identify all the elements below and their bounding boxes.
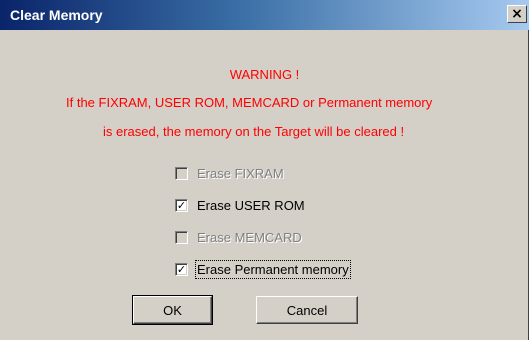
warning-heading: WARNING ! [229,67,300,82]
erase-fixram-option: Erase FIXRAM [175,165,284,181]
cancel-button-label: Cancel [286,302,328,318]
close-icon: × [511,6,523,22]
ok-button-label: OK [163,302,182,318]
erase-fixram-checkbox [175,166,188,180]
erase-permanent-memory-option[interactable]: ✓ Erase Permanent memory [175,259,351,279]
clear-memory-dialog: Clear Memory × WARNING ! If the FIXRAM, … [0,0,529,340]
erase-memcard-checkbox [175,230,188,244]
ok-button[interactable]: OK [132,295,213,325]
warning-text-line-2: is erased, the memory on the Target will… [103,124,405,139]
erase-permanent-memory-checkbox[interactable]: ✓ [175,262,188,276]
erase-user-rom-checkbox[interactable]: ✓ [175,198,188,212]
erase-memcard-label: Erase MEMCARD [197,229,302,245]
erase-permanent-memory-label[interactable]: Erase Permanent memory [195,259,351,279]
erase-user-rom-label[interactable]: Erase USER ROM [197,198,305,213]
dialog-title: Clear Memory [10,7,103,23]
erase-memcard-option: Erase MEMCARD [175,229,302,245]
erase-fixram-label: Erase FIXRAM [197,165,284,181]
erase-user-rom-option[interactable]: ✓ Erase USER ROM [175,197,305,213]
warning-text-line-1: If the FIXRAM, USER ROM, MEMCARD or Perm… [66,95,433,110]
title-bar[interactable]: Clear Memory × [0,0,529,30]
close-button[interactable]: × [507,5,527,23]
cancel-button[interactable]: Cancel [256,296,358,324]
